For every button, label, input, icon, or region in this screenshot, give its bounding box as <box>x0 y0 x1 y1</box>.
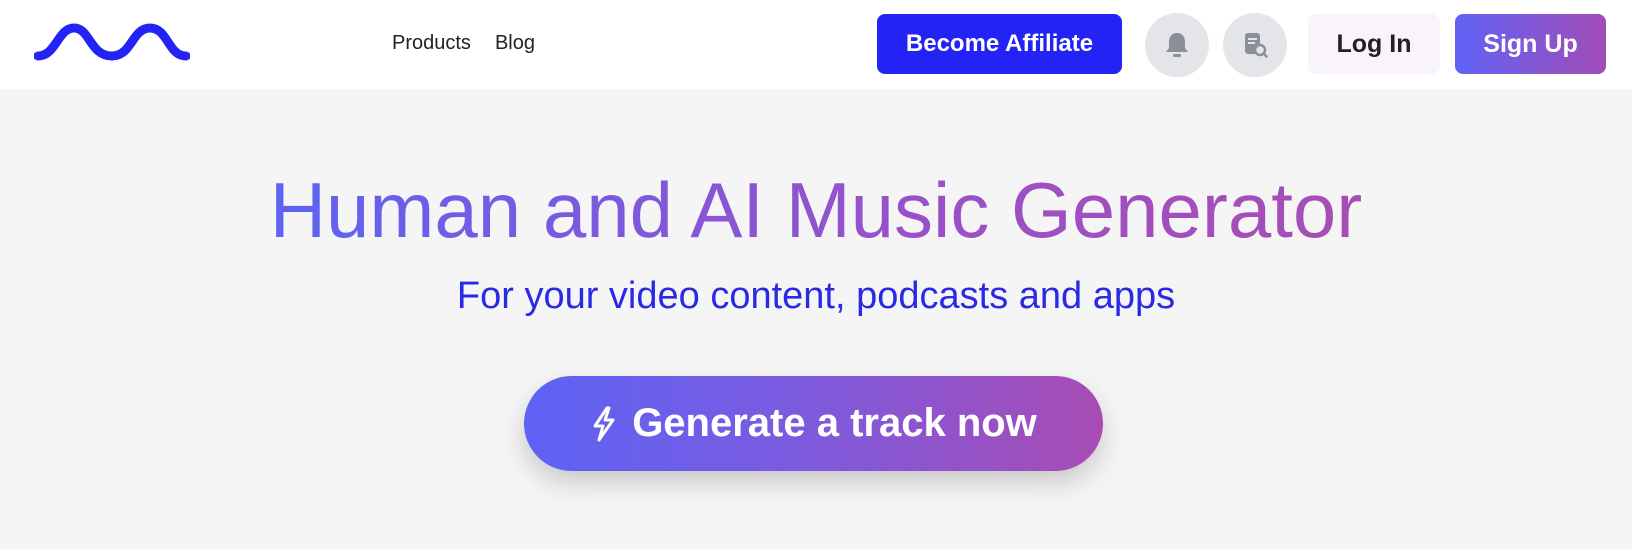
hero-title-text: Human and AI Music Generator <box>269 166 1363 254</box>
document-search-button[interactable] <box>1223 13 1287 77</box>
nav-blog-link[interactable]: Blog <box>495 30 535 56</box>
site-header: Products Blog Become Affiliate Log In Si… <box>0 0 1632 89</box>
hero-title: Human and AI Music Generator <box>0 162 1632 258</box>
wave-logo-icon <box>33 23 191 61</box>
document-search-icon <box>1245 33 1268 58</box>
cta-label: Generate a track now <box>632 401 1037 445</box>
login-button[interactable]: Log In <box>1308 14 1440 74</box>
signup-button[interactable]: Sign Up <box>1455 14 1606 74</box>
nav-products-link[interactable]: Products <box>392 30 471 56</box>
logo[interactable] <box>33 22 191 66</box>
become-affiliate-button[interactable]: Become Affiliate <box>877 14 1122 74</box>
main-nav: Products Blog <box>392 30 535 56</box>
generate-track-button[interactable]: Generate a track now <box>524 376 1103 471</box>
lightning-icon <box>590 406 618 442</box>
notifications-button[interactable] <box>1145 13 1209 77</box>
bell-icon <box>1166 33 1188 57</box>
hero-subtitle: For your video content, podcasts and app… <box>456 275 1176 317</box>
